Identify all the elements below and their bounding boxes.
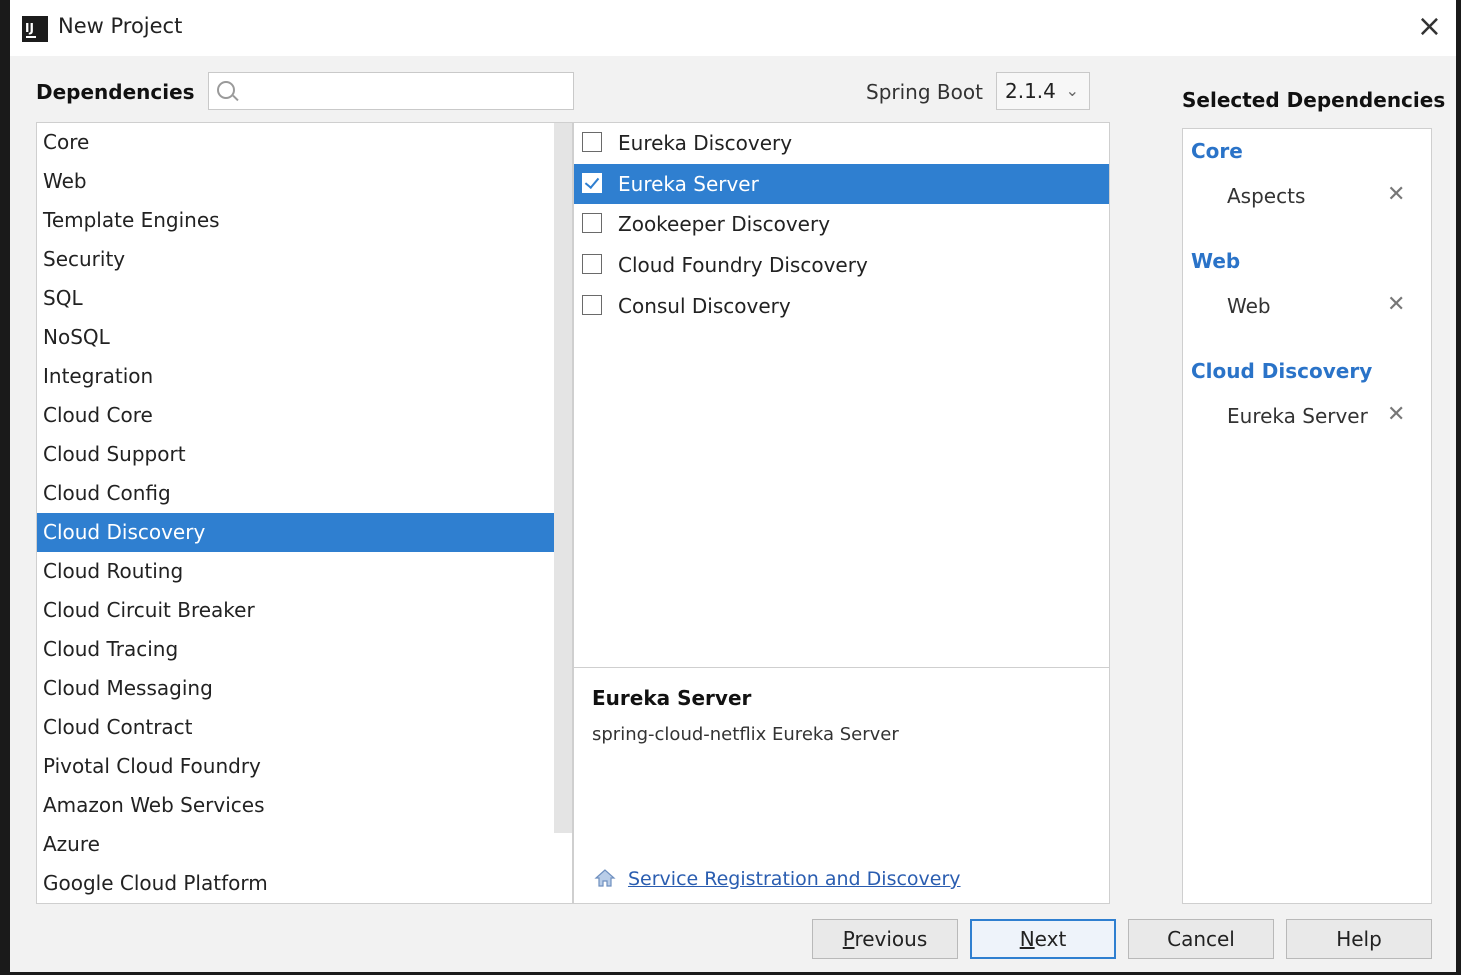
category-item[interactable]: NoSQL xyxy=(37,318,572,357)
selected-group-title: Core xyxy=(1191,139,1243,163)
dependency-checkbox[interactable] xyxy=(582,132,602,152)
category-item[interactable]: Azure xyxy=(37,825,572,864)
close-icon[interactable]: × xyxy=(1417,10,1442,44)
category-item[interactable]: Core xyxy=(37,123,572,162)
spring-boot-version-select[interactable]: 2.1.4 ⌄ xyxy=(996,72,1090,110)
category-item[interactable]: Cloud Discovery xyxy=(37,513,572,552)
dependency-checkbox[interactable] xyxy=(582,254,602,275)
search-box[interactable] xyxy=(208,72,574,110)
new-project-dialog: IJ New Project × Dependencies Spring Boo… xyxy=(10,0,1456,972)
dependency-item[interactable]: Eureka Discovery xyxy=(574,123,1109,163)
next-label: ext xyxy=(1034,927,1067,951)
guide-link[interactable]: Service Registration and Discovery xyxy=(628,868,961,890)
spring-boot-version-value: 2.1.4 xyxy=(1005,79,1056,103)
category-item[interactable]: Cloud Tracing xyxy=(37,630,572,669)
category-item[interactable]: SQL xyxy=(37,279,572,318)
category-item[interactable]: Cloud Support xyxy=(37,435,572,474)
previous-label: revious xyxy=(854,927,928,951)
previous-button[interactable]: Previous xyxy=(812,919,958,959)
window-title: New Project xyxy=(58,14,183,38)
category-item[interactable]: Web xyxy=(37,162,572,201)
description-body: spring-cloud-netflix Eureka Server xyxy=(592,724,899,745)
dependency-label: Eureka Server xyxy=(618,171,759,196)
category-item[interactable]: Cloud Core xyxy=(37,396,572,435)
dependency-label: Eureka Discovery xyxy=(618,131,793,155)
dependency-checkbox[interactable] xyxy=(582,294,602,315)
close-icon[interactable]: ✕ xyxy=(1387,402,1405,427)
cancel-button[interactable]: Cancel xyxy=(1128,919,1274,959)
dependency-list: Eureka Discovery Eureka Server Zookeeper D… xyxy=(573,122,1110,668)
dependency-item[interactable]: Zookeeper Discovery xyxy=(574,204,1109,244)
category-item[interactable]: Pivotal Cloud Foundry xyxy=(37,747,572,786)
help-button[interactable]: Help xyxy=(1286,919,1432,959)
intellij-icon: IJ xyxy=(22,16,48,42)
category-item[interactable]: Cloud Circuit Breaker xyxy=(37,591,572,630)
close-icon[interactable]: ✕ xyxy=(1387,292,1405,317)
selected-dependency-item: Web xyxy=(1227,294,1271,318)
dependency-label: Zookeeper Discovery xyxy=(618,212,831,237)
selected-dependencies-title: Selected Dependencies xyxy=(1182,88,1446,112)
dependency-checkbox[interactable] xyxy=(582,172,602,193)
selected-dependency-item: Aspects xyxy=(1227,184,1306,208)
category-item[interactable]: Amazon Web Services xyxy=(37,786,572,825)
search-icon xyxy=(217,81,235,99)
dependency-label: Consul Discovery xyxy=(618,293,791,318)
selected-group-title: Cloud Discovery xyxy=(1191,359,1373,383)
category-list: Core Web Template Engines Security SQL NoSQL I… xyxy=(36,122,573,904)
category-item[interactable]: Cloud Messaging xyxy=(37,669,572,708)
selected-dependency-item: Eureka Server xyxy=(1227,404,1368,428)
chevron-down-icon: ⌄ xyxy=(1065,81,1079,100)
category-item[interactable]: Template Engines xyxy=(37,201,572,240)
scrollbar-thumb[interactable] xyxy=(554,123,572,833)
search-input[interactable] xyxy=(241,77,571,107)
dependency-description: Eureka Server spring-cloud-netflix Eurek… xyxy=(573,668,1110,904)
dependency-label: Cloud Foundry Discovery xyxy=(618,253,868,278)
close-icon[interactable]: ✕ xyxy=(1387,182,1405,207)
category-item[interactable]: Cloud Config xyxy=(37,474,572,513)
dependency-checkbox[interactable] xyxy=(582,213,602,234)
category-item[interactable]: Integration xyxy=(37,357,572,396)
dependency-item[interactable]: Eureka Server xyxy=(574,163,1109,204)
dependencies-label: Dependencies xyxy=(36,80,195,104)
category-item[interactable]: Security xyxy=(37,240,572,279)
category-item[interactable]: Cloud Contract xyxy=(37,708,572,747)
next-mnemonic: N xyxy=(1019,927,1035,951)
home-icon xyxy=(594,869,616,887)
title-bar: IJ New Project × xyxy=(10,0,1456,56)
description-title: Eureka Server xyxy=(592,686,752,710)
selected-group-title: Web xyxy=(1191,249,1241,273)
next-button[interactable]: Next xyxy=(970,919,1116,959)
category-item[interactable]: Cloud Routing xyxy=(37,552,572,591)
previous-mnemonic: P xyxy=(842,927,855,951)
dependency-item[interactable]: Consul Discovery xyxy=(574,286,1109,326)
category-item[interactable]: Google Cloud Platform xyxy=(37,864,572,903)
dependency-item[interactable]: Cloud Foundry Discovery xyxy=(574,245,1109,285)
spring-boot-label: Spring Boot xyxy=(866,80,983,104)
selected-dependencies-panel: Core Aspects ✕ Web Web ✕ Cloud Discovery Eureka… xyxy=(1182,128,1432,904)
